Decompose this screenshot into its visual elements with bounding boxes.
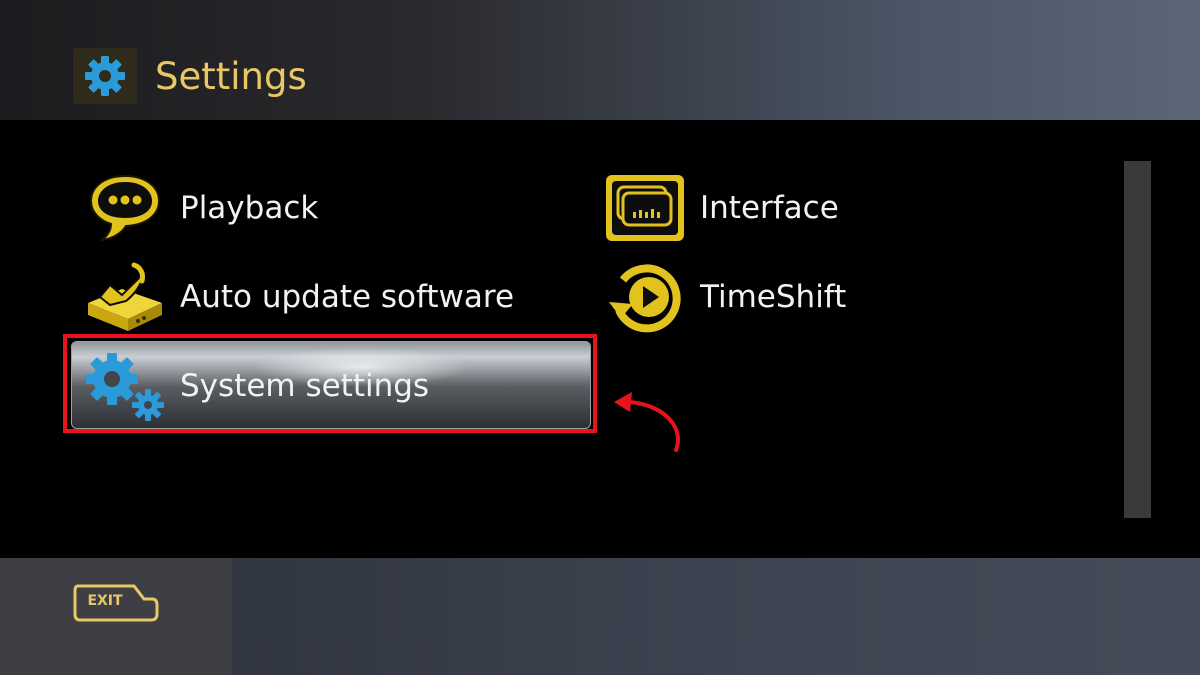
menu-item-label: Auto update software — [180, 279, 515, 315]
settings-gear-icon — [73, 48, 137, 104]
menu-item-label: System settings — [180, 368, 430, 404]
menu-item-timeshift[interactable]: TimeShift — [600, 257, 846, 337]
timeshift-icon — [600, 257, 690, 337]
exit-label: EXIT — [87, 593, 123, 609]
menu-item-auto-update-software[interactable]: Auto update software — [80, 257, 514, 337]
menu-item-label: Interface — [700, 190, 839, 226]
settings-menu: Playback Interface Auto update software … — [0, 120, 1200, 558]
footer-bar: EXIT — [0, 558, 1200, 675]
exit-button[interactable]: EXIT — [72, 583, 160, 623]
menu-item-system-settings[interactable]: System settings — [80, 346, 429, 426]
menu-item-label: TimeShift — [700, 279, 847, 315]
menu-item-playback[interactable]: Playback — [80, 168, 318, 248]
speech-bubble-icon — [80, 168, 170, 248]
footer-key-panel: EXIT — [0, 558, 232, 675]
menu-item-interface[interactable]: Interface — [600, 168, 839, 248]
update-box-icon — [80, 257, 170, 337]
pointer-arrow-icon — [614, 392, 680, 452]
page-title: Settings — [155, 55, 307, 98]
gears-icon — [80, 346, 170, 426]
screen-layers-icon — [600, 168, 690, 248]
header-bar: Settings — [0, 0, 1200, 120]
menu-item-label: Playback — [180, 190, 319, 226]
scrollbar[interactable] — [1124, 161, 1151, 518]
